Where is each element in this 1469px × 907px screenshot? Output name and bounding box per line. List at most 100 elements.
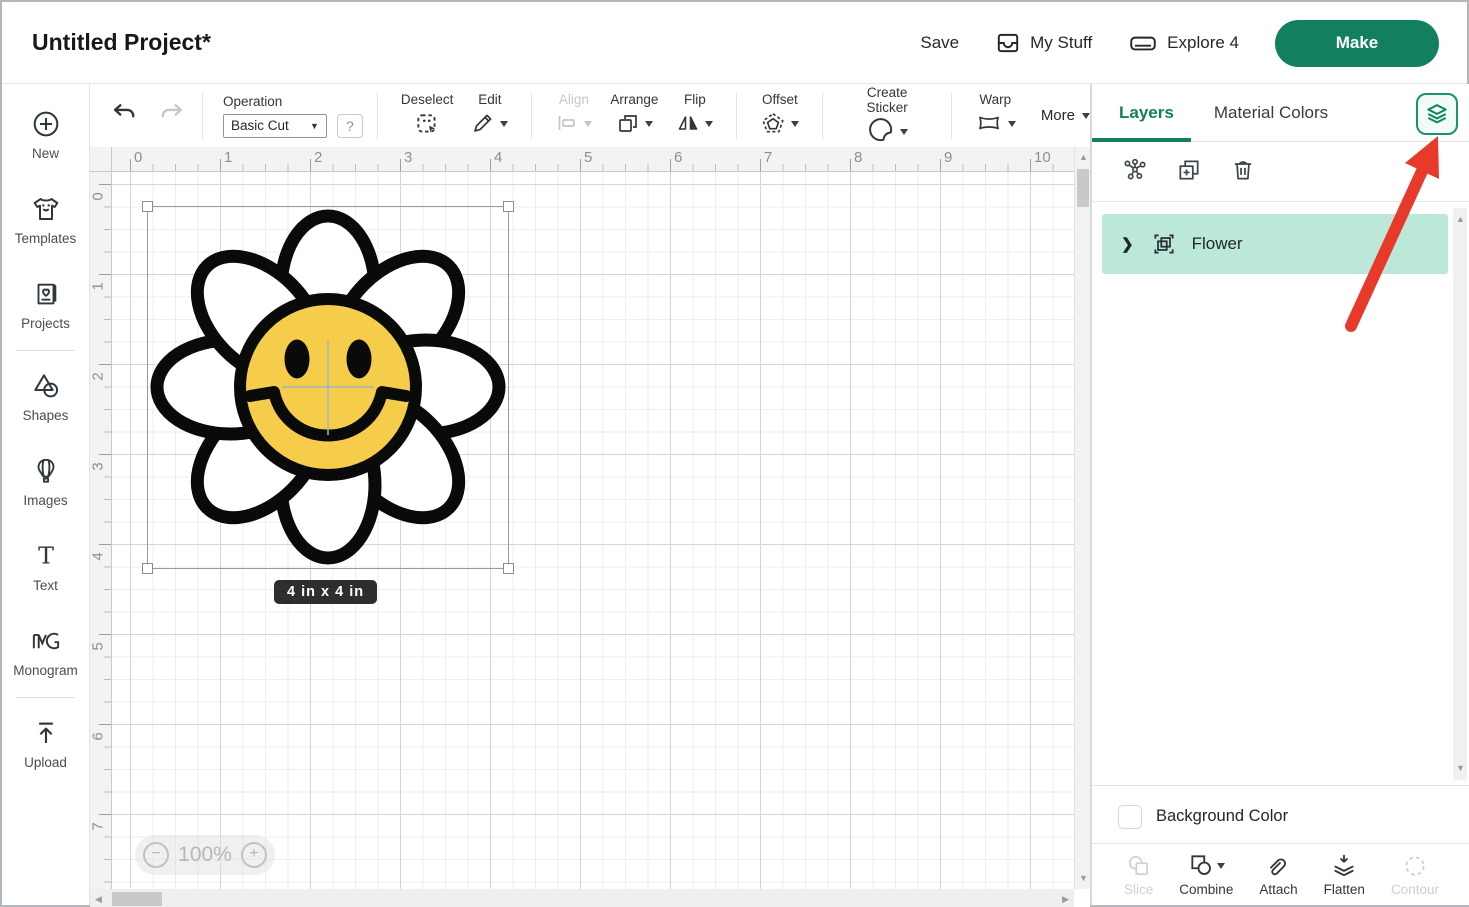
chevron-down-icon [1217,863,1225,869]
deselect-button[interactable]: Deselect [401,92,454,139]
warp-button[interactable]: Warp [975,92,1016,139]
ruler-number: 0 [90,189,107,205]
combine-icon [1188,852,1214,881]
align-icon [555,111,579,138]
sidebar-item-upload[interactable]: Upload [2,701,89,786]
zoom-in-button[interactable]: + [241,842,267,868]
redo-button [154,98,188,133]
chevron-down-icon [584,121,592,127]
background-color-label: Background Color [1156,807,1288,826]
ruler-number: 2 [314,149,322,166]
canvas-horizontal-scrollbar[interactable]: ◀ ▶ [90,889,1074,907]
pencil-icon [471,111,495,138]
ungroup-button[interactable] [1122,157,1148,186]
selected-object-flower[interactable] [147,206,509,569]
flatten-icon [1330,852,1358,880]
page-title: Untitled Project* [32,29,211,56]
svg-text:T: T [38,542,54,570]
sidebar-item-monogram[interactable]: Monogram [2,609,89,694]
combine-button[interactable]: Combine [1179,852,1233,897]
ruler-number: 3 [404,149,412,166]
duplicate-icon [1176,171,1202,186]
canvas-grid[interactable]: 4 in x 4 in − 100% + [112,172,1074,889]
create-sticker-button[interactable]: Create Sticker [846,85,928,147]
selection-handle[interactable] [503,201,514,212]
sidebar-divider [16,697,75,698]
toolbar-divider [822,93,823,139]
layer-row-flower[interactable]: ❯ Flower [1102,214,1448,274]
scrollbar-thumb[interactable] [1077,169,1089,207]
flip-button[interactable]: Flip [676,92,713,139]
ruler-number: 5 [584,149,592,166]
scroll-up-icon[interactable]: ▲ [1456,215,1465,224]
sidebar-item-text[interactable]: T Text [2,524,89,609]
scroll-up-icon[interactable]: ▲ [1079,153,1088,162]
panel-scrollbar[interactable]: ▲ ▼ [1453,208,1467,780]
sidebar-item-new[interactable]: New [2,92,89,177]
monogram-icon [29,625,63,657]
selection-handle[interactable] [142,563,153,574]
layer-name: Flower [1192,234,1243,254]
scroll-left-icon[interactable]: ◀ [95,895,102,904]
tshirt-icon [30,193,62,225]
tab-material-colors[interactable]: Material Colors [1214,103,1328,123]
more-button[interactable]: More [1041,107,1090,124]
flatten-button[interactable]: Flatten [1324,852,1365,897]
sidebar-item-projects[interactable]: Projects [2,262,89,347]
layers-panel-toggle-button[interactable] [1416,93,1458,135]
save-button[interactable]: Save [920,33,959,53]
background-color-row: Background Color [1092,785,1469,847]
toolbar-divider [202,93,203,139]
sidebar-divider [16,350,75,351]
canvas-vertical-scrollbar[interactable]: ▲ ▼ [1074,147,1090,889]
explore-machine-button[interactable]: Explore 4 [1128,30,1239,56]
header-actions: Save My Stuff Explore 4 [920,2,1439,84]
ruler-number: 3 [90,459,107,475]
zoom-level: 100% [178,843,232,867]
selection-handle[interactable] [142,201,153,212]
scroll-right-icon[interactable]: ▶ [1062,895,1069,904]
offset-button[interactable]: Offset [760,92,799,139]
ruler-number: 8 [854,149,862,166]
shapes-icon [30,370,62,402]
selection-handle[interactable] [503,563,514,574]
slice-icon [1126,852,1152,880]
layers-stack-icon [1424,100,1450,129]
undo-button[interactable] [108,98,142,133]
project-card-icon [31,278,61,310]
duplicate-button[interactable] [1176,157,1202,186]
background-color-checkbox[interactable] [1118,805,1142,829]
attach-button[interactable]: Attach [1259,852,1297,897]
upload-icon [31,717,61,749]
scroll-down-icon[interactable]: ▼ [1079,874,1088,883]
operation-help-button[interactable]: ? [337,114,363,138]
sidebar-item-images[interactable]: Images [2,439,89,524]
operation-select[interactable]: Basic Cut ▼ [223,114,327,138]
expand-chevron-icon[interactable]: ❯ [1121,235,1134,253]
zoom-control: − 100% + [135,835,275,875]
zoom-out-button[interactable]: − [143,842,169,868]
make-button[interactable]: Make [1275,20,1439,67]
contour-icon [1402,852,1428,880]
my-stuff-button[interactable]: My Stuff [995,30,1092,56]
arrange-button[interactable]: Arrange [610,92,658,139]
sidebar-item-templates[interactable]: Templates [2,177,89,262]
sidebar-item-shapes[interactable]: Shapes [2,354,89,439]
plus-circle-icon [30,108,62,140]
paperclip-icon [1264,852,1292,880]
delete-button[interactable] [1230,157,1256,186]
scrollbar-thumb[interactable] [112,892,162,906]
scroll-down-icon[interactable]: ▼ [1456,764,1465,773]
group-icon [1151,231,1177,257]
ruler-number: 1 [224,149,232,166]
edit-button[interactable]: Edit [471,92,508,139]
align-button: Align [555,92,592,139]
ruler-number: 4 [90,549,107,565]
tab-layers[interactable]: Layers [1119,103,1174,123]
toolbar-divider [736,93,737,139]
edit-toolbar: Operation Basic Cut ▼ ? Deselect [90,84,1090,147]
layers-list: ❯ Flower ▲ ▼ [1092,202,1469,785]
flower-smiley-graphic [147,206,509,569]
layer-actions [1092,142,1469,202]
ruler-number: 6 [674,149,682,166]
